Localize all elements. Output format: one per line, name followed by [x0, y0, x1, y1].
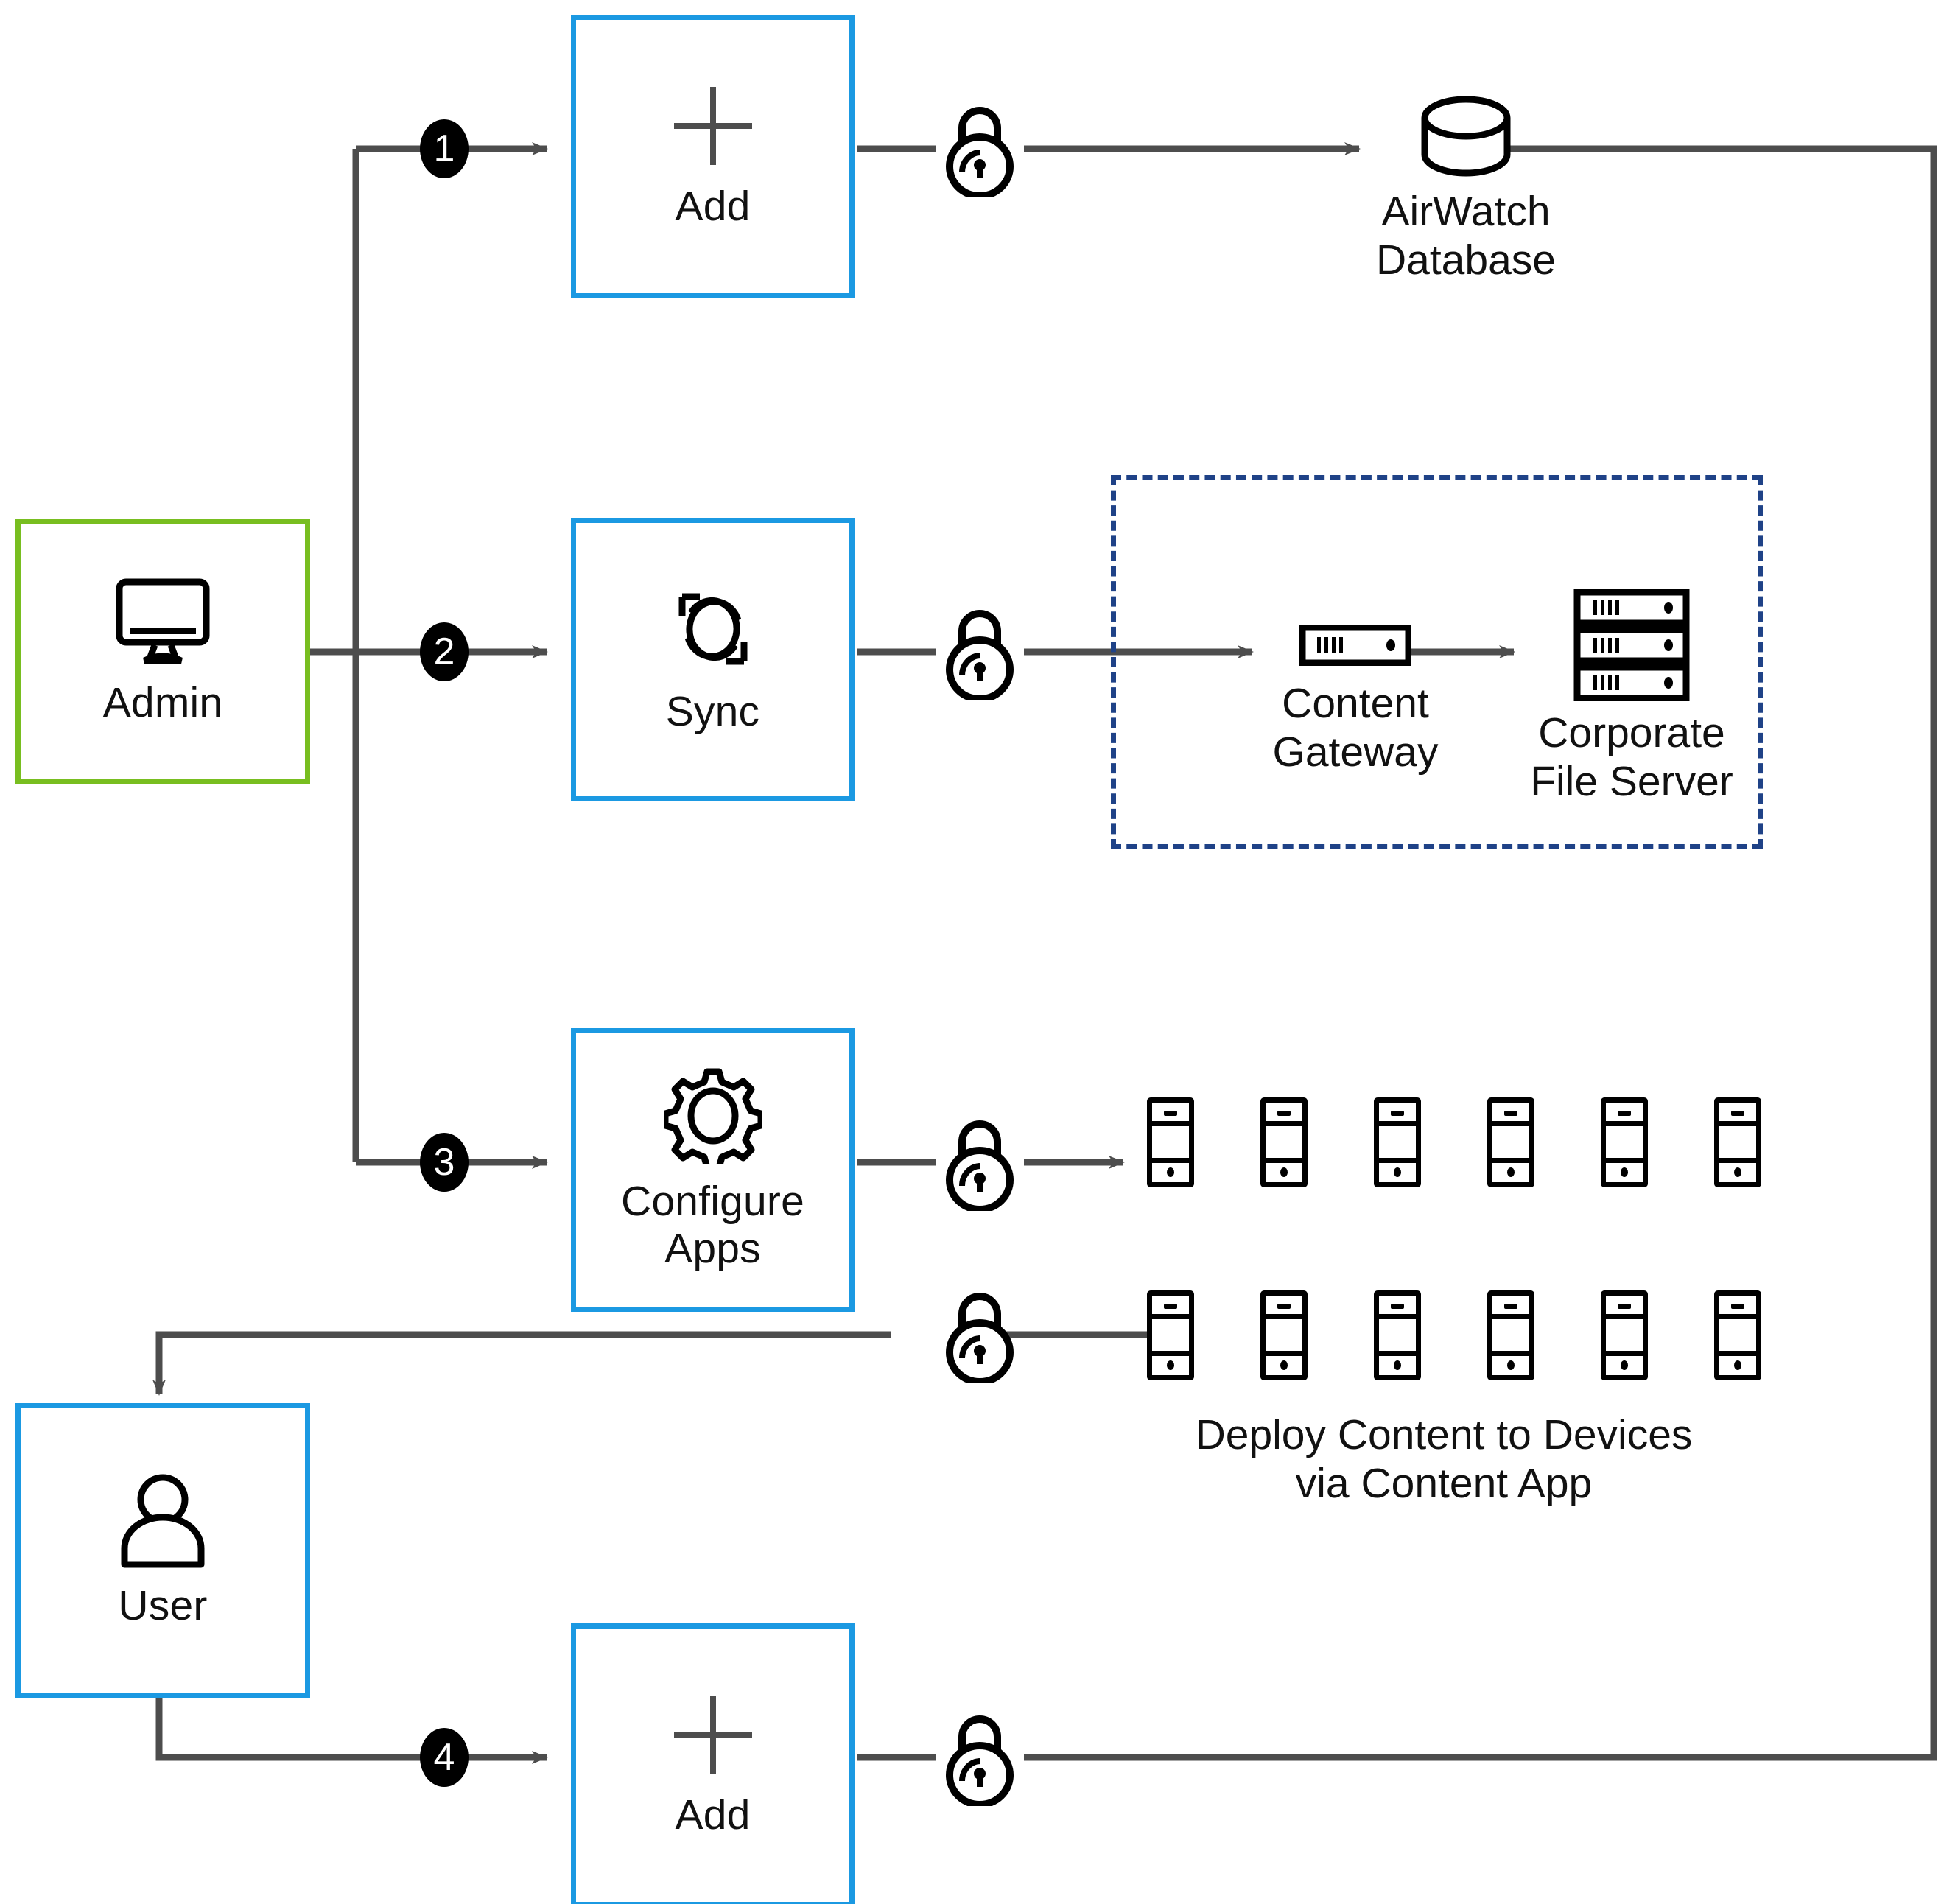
- database-cylinder-icon: [1414, 96, 1517, 188]
- mobile-phone-icon: [1714, 1097, 1761, 1187]
- step-label-configure-apps: Configure Apps: [621, 1178, 804, 1273]
- airwatch-database-node: AirWatch Database: [1359, 96, 1573, 287]
- user-actor-box[interactable]: User: [15, 1403, 310, 1698]
- mobile-phone-icon: [1260, 1290, 1308, 1380]
- plus-icon: [670, 1691, 757, 1782]
- database-label-line1: AirWatch: [1381, 188, 1551, 235]
- file-server-label-line2: File Server: [1530, 758, 1733, 806]
- deploy-caption-line1: Deploy Content to Devices: [1195, 1411, 1693, 1458]
- deploy-content-caption: Deploy Content to Devices via Content Ap…: [1105, 1411, 1783, 1508]
- step-label-add-2: Add: [675, 1791, 751, 1839]
- device-row-2: [1147, 1290, 1761, 1380]
- mobile-phone-icon: [1714, 1290, 1761, 1380]
- mobile-phone-icon: [1260, 1097, 1308, 1187]
- step-badge-1: 1: [420, 119, 469, 178]
- step-badge-4: 4: [420, 1728, 469, 1787]
- mobile-phone-icon: [1601, 1097, 1648, 1187]
- device-row-1: [1147, 1097, 1761, 1187]
- configure-apps-line2: Apps: [664, 1225, 761, 1272]
- database-label-line2: Database: [1375, 236, 1556, 284]
- gear-icon: [662, 1067, 764, 1171]
- mobile-phone-icon: [1601, 1290, 1648, 1380]
- content-gateway-label-line1: Content: [1282, 680, 1429, 727]
- padlock-icon-1: [934, 103, 1025, 201]
- mobile-phone-icon: [1147, 1290, 1194, 1380]
- step-box-sync[interactable]: Sync: [571, 518, 855, 801]
- step-box-add-1[interactable]: Add: [571, 15, 855, 298]
- mobile-phone-icon: [1374, 1097, 1421, 1187]
- content-gateway-label: Content Gateway: [1238, 679, 1473, 776]
- mobile-phone-icon: [1487, 1097, 1534, 1187]
- padlock-icon-3: [934, 1117, 1025, 1215]
- file-server-label: Corporate File Server: [1510, 709, 1753, 806]
- deploy-caption-line2: via Content App: [1295, 1460, 1593, 1508]
- server-single-icon: [1299, 624, 1412, 670]
- configure-apps-line1: Configure: [621, 1178, 804, 1226]
- plus-icon: [670, 82, 757, 173]
- corporate-file-server-node: Corporate File Server: [1510, 589, 1753, 806]
- padlock-icon-4: [934, 1289, 1025, 1387]
- sync-circular-arrows-icon: [666, 583, 760, 678]
- server-stack-icon: [1573, 589, 1691, 705]
- step-label-add-1: Add: [675, 183, 751, 231]
- step-badge-2: 2: [420, 622, 469, 681]
- padlock-icon-2: [934, 606, 1025, 704]
- person-icon: [111, 1472, 214, 1573]
- file-server-label-line1: Corporate: [1538, 709, 1725, 756]
- step-badge-3: 3: [420, 1133, 469, 1192]
- user-label: User: [118, 1581, 208, 1629]
- content-gateway-label-line2: Gateway: [1272, 728, 1439, 776]
- database-label: AirWatch Database: [1359, 187, 1573, 284]
- step-box-configure-apps[interactable]: Configure Apps: [571, 1028, 855, 1312]
- step-box-add-2[interactable]: Add: [571, 1623, 855, 1904]
- content-gateway-node: Content Gateway: [1238, 619, 1473, 803]
- mobile-phone-icon: [1374, 1290, 1421, 1380]
- mobile-phone-icon: [1147, 1097, 1194, 1187]
- mobile-phone-icon: [1487, 1290, 1534, 1380]
- step-label-sync: Sync: [665, 688, 760, 736]
- admin-actor-box[interactable]: Admin: [15, 519, 310, 784]
- padlock-icon-5: [934, 1712, 1025, 1810]
- desktop-monitor-icon: [100, 577, 225, 670]
- admin-label: Admin: [102, 678, 223, 726]
- diagram-canvas: Admin 1 Add AirWatch Database 2 Sync Con…: [0, 0, 1958, 1904]
